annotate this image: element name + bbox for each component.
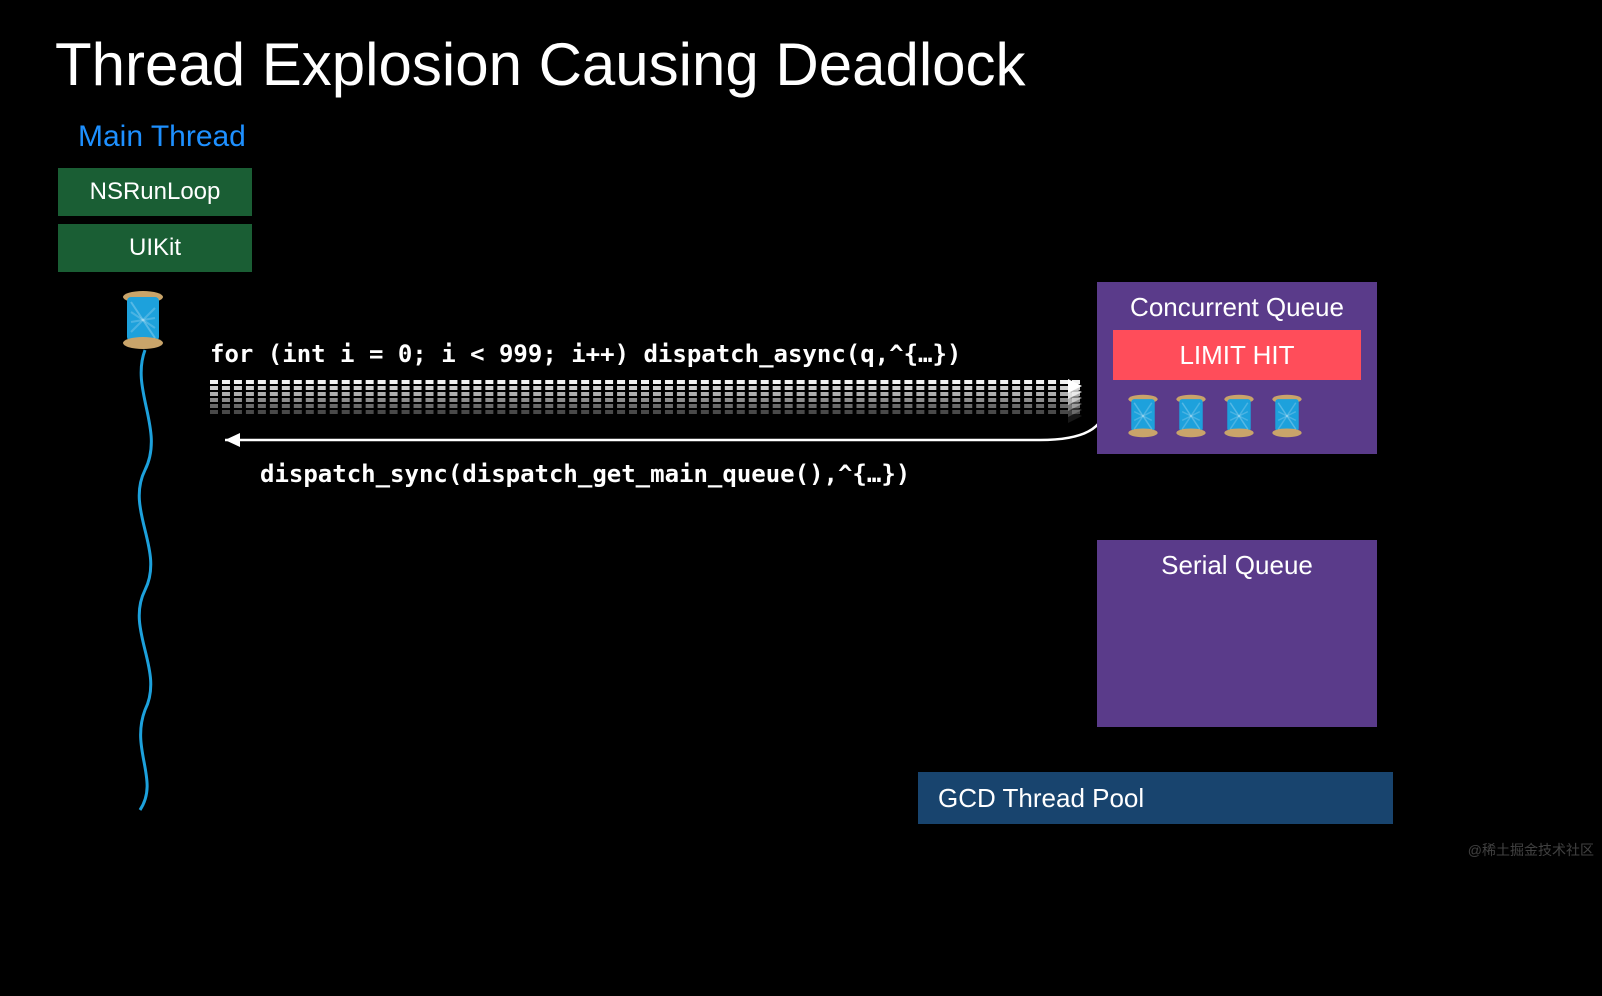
serial-queue-title: Serial Queue [1097, 550, 1377, 581]
nsrunloop-block: NSRunLoop [58, 168, 252, 216]
thread-spool-icon [1174, 394, 1208, 438]
thread-spool-icon [120, 290, 166, 350]
dotted-arrow-line [210, 404, 1080, 408]
dotted-arrow-line [210, 392, 1080, 396]
thread-spool-icon [1222, 394, 1256, 438]
return-arrow [210, 420, 1110, 460]
code-for-loop: for (int i = 0; i < 999; i++) dispatch_a… [210, 340, 961, 368]
watermark: @稀土掘金技术社区 [1468, 840, 1594, 860]
dotted-arrow-line [210, 386, 1080, 390]
uikit-block: UIKit [58, 224, 252, 272]
dotted-arrow-line [210, 398, 1080, 402]
thread-spool-icon [1270, 394, 1304, 438]
gcd-thread-pool-box: GCD Thread Pool [918, 772, 1393, 824]
slide-title: Thread Explosion Causing Deadlock [55, 30, 1026, 99]
dotted-arrow-line [210, 380, 1080, 384]
serial-queue-box: Serial Queue [1097, 540, 1377, 727]
concurrent-queue-title: Concurrent Queue [1097, 292, 1377, 323]
limit-hit-badge: LIMIT HIT [1113, 330, 1361, 380]
dotted-arrow-line [210, 410, 1080, 414]
dispatch-arrows [210, 380, 1080, 420]
thread-spool-icon [1126, 394, 1160, 438]
thread-line [110, 350, 190, 810]
main-thread-label: Main Thread [78, 120, 246, 154]
spool-row [1126, 394, 1304, 438]
code-dispatch-sync: dispatch_sync(dispatch_get_main_queue(),… [260, 460, 910, 488]
